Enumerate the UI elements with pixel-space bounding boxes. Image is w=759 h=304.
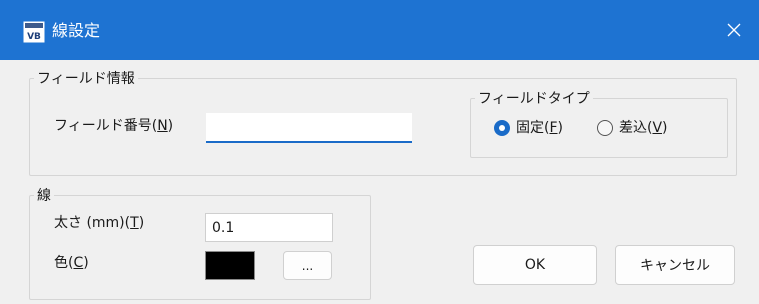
radio-insert-label: 差込(V) — [619, 120, 668, 136]
radio-selected-icon — [494, 120, 510, 136]
field-type-legend: フィールドタイプ — [478, 91, 590, 107]
radio-fixed[interactable]: 固定(F) — [494, 118, 563, 138]
radio-insert[interactable]: 差込(V) — [597, 118, 668, 138]
color-swatch[interactable] — [205, 251, 255, 280]
svg-text:VB: VB — [27, 32, 41, 42]
cancel-button[interactable]: キャンセル — [615, 245, 735, 285]
line-width-input[interactable] — [205, 213, 333, 242]
field-number-label: フィールド番号(N) — [54, 118, 174, 134]
close-icon — [727, 23, 741, 37]
color-picker-button[interactable]: ... — [283, 251, 332, 280]
dialog-window: VB 線設定 フィールド情報 フィールド番号(N) フィールドタイプ 固定(F)… — [0, 0, 759, 304]
field-info-legend: フィールド情報 — [37, 71, 135, 87]
title-bar: VB 線設定 — [0, 0, 759, 60]
ok-button[interactable]: OK — [473, 245, 597, 285]
line-legend: 線 — [37, 188, 51, 204]
line-group: 線 — [29, 185, 371, 300]
vb-app-icon: VB — [23, 21, 45, 43]
line-width-label: 太さ (mm)(T) — [54, 215, 145, 231]
radio-fixed-label: 固定(F) — [516, 120, 563, 136]
radio-unselected-icon — [597, 120, 613, 136]
field-number-input[interactable] — [206, 113, 412, 143]
line-color-label: 色(C) — [54, 255, 89, 271]
window-title: 線設定 — [52, 21, 101, 40]
close-button[interactable] — [709, 0, 759, 60]
